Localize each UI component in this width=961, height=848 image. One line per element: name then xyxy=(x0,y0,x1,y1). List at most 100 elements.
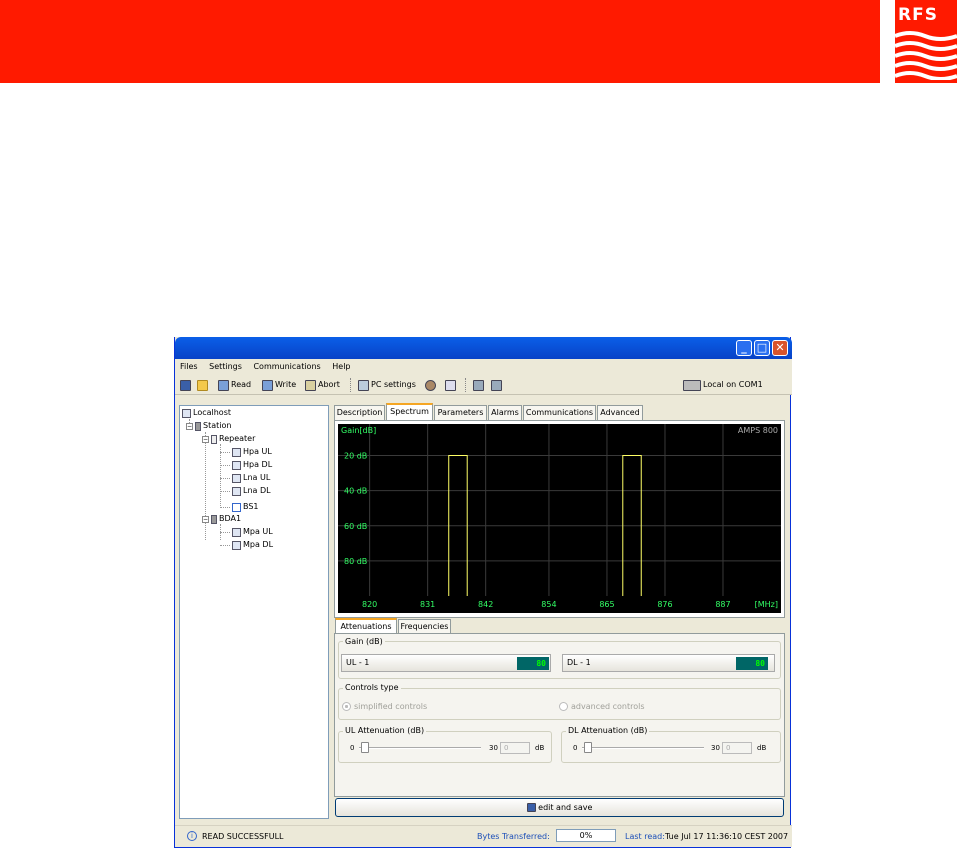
ul-attenuation-spinner[interactable]: 0 xyxy=(500,742,530,754)
dl-slider-min: 0 xyxy=(573,744,578,752)
attenuations-panel: Gain (dB) UL - 1 80 DL - 1 80 Controls t… xyxy=(334,633,785,797)
dl-slider-thumb[interactable] xyxy=(584,742,592,753)
tab-alarms[interactable]: Alarms xyxy=(488,405,522,420)
dl-slider-track[interactable] xyxy=(582,747,704,749)
close-button[interactable]: ✕ xyxy=(772,340,788,356)
rfs-logo: RFS xyxy=(895,0,957,83)
computer-icon xyxy=(182,408,191,418)
tab-spectrum[interactable]: Spectrum xyxy=(386,403,433,420)
tree-node-hpa-dl[interactable]: Hpa DL xyxy=(232,460,272,470)
ul-gain-label: UL - 1 xyxy=(346,658,370,667)
x-tick-label: 865 xyxy=(599,600,614,609)
floppy-icon xyxy=(526,803,536,812)
station-icon xyxy=(195,421,201,431)
x-tick-label: 820 xyxy=(362,600,377,609)
ul-gain-value: 80 xyxy=(517,657,549,670)
tree-label: Station xyxy=(203,421,232,430)
maximize-button[interactable]: □ xyxy=(754,340,770,356)
read-button[interactable]: Read xyxy=(218,378,251,392)
tab-frequencies[interactable]: Frequencies xyxy=(398,619,451,634)
spectrum-plot: 80 dB 60 dB 40 dB 20 dB 820 831 842 854 865 876 88… xyxy=(338,424,781,613)
pc-settings-label: PC settings xyxy=(371,380,416,389)
import-button[interactable] xyxy=(491,378,502,392)
tree-label: Repeater xyxy=(219,434,256,443)
title-bar[interactable]: _ □ ✕ xyxy=(175,337,792,359)
wave-logo-icon xyxy=(895,31,957,80)
ul-slider-thumb[interactable] xyxy=(361,742,369,753)
app-window: _ □ ✕ Files Settings Communications Help… xyxy=(174,337,792,848)
tree-label: BDA1 xyxy=(219,514,242,523)
y-tick-label: 60 dB xyxy=(344,522,367,531)
tree-node-mpa-ul[interactable]: Mpa UL xyxy=(232,527,273,537)
amplifier-icon xyxy=(232,486,241,496)
header-banner: RFS xyxy=(0,0,961,83)
spectrum-chart: 80 dB 60 dB 40 dB 20 dB 820 831 842 854 865 876 88… xyxy=(338,424,781,609)
minimize-button[interactable]: _ xyxy=(736,340,752,356)
bda-icon xyxy=(211,514,217,524)
collapse-icon: − xyxy=(202,515,209,523)
write-button[interactable]: Write xyxy=(262,378,296,392)
pc-settings-button[interactable]: PC settings xyxy=(358,378,416,392)
tree-node-localhost[interactable]: Localhost xyxy=(182,408,231,418)
logo-text: RFS xyxy=(898,5,938,25)
simplified-controls-radio[interactable]: simplified controls xyxy=(342,702,427,711)
tree-label: Mpa UL xyxy=(243,527,273,536)
bytes-progress: 0% xyxy=(556,829,616,842)
tree-line xyxy=(220,545,230,546)
gain-group-title: Gain (dB) xyxy=(343,637,385,646)
menu-communications[interactable]: Communications xyxy=(248,359,324,371)
radio-icon xyxy=(559,702,568,711)
abort-button[interactable]: Abort xyxy=(305,378,340,392)
connection-status[interactable]: Local on COM1 xyxy=(683,378,763,392)
import-icon xyxy=(491,379,502,391)
tab-advanced[interactable]: Advanced xyxy=(597,405,643,420)
user-button[interactable] xyxy=(425,378,436,392)
device-tree: Localhost − Station − Repeater Hpa UL Hpa … xyxy=(179,405,329,819)
advanced-controls-radio[interactable]: advanced controls xyxy=(559,702,645,711)
x-axis-unit: [MHz] xyxy=(755,600,778,609)
tree-node-mpa-dl[interactable]: Mpa DL xyxy=(232,540,273,550)
x-tick-label: 876 xyxy=(657,600,672,609)
ul-attenuation-unit: dB xyxy=(535,744,545,752)
tree-node-lna-dl[interactable]: Lna DL xyxy=(232,486,271,496)
toolbar-separator xyxy=(465,378,466,392)
controls-type-title: Controls type xyxy=(343,683,401,692)
ul-gain-display: UL - 1 80 xyxy=(341,654,551,672)
edit-and-save-button[interactable]: edit and save xyxy=(335,798,784,817)
tree-line xyxy=(220,532,230,533)
amplifier-icon xyxy=(232,473,241,483)
tree-label: Localhost xyxy=(193,408,232,417)
tree-label: Mpa DL xyxy=(243,540,274,549)
chart-ticks: 80 dB 60 dB 40 dB 20 dB 820 831 842 854 865 876 88… xyxy=(344,452,731,609)
menu-files[interactable]: Files xyxy=(175,359,202,371)
y-axis-label: Gain[dB] xyxy=(341,426,376,435)
tree-node-station[interactable]: − Station xyxy=(186,421,231,431)
tab-communications[interactable]: Communications xyxy=(523,405,596,420)
export-button[interactable] xyxy=(473,378,484,392)
simplified-controls-label: simplified controls xyxy=(354,702,428,711)
tree-node-lna-ul[interactable]: Lna UL xyxy=(232,473,270,483)
tree-node-bda1[interactable]: − BDA1 xyxy=(202,514,241,524)
tree-line xyxy=(220,444,221,508)
tree-node-bs1[interactable]: BS1 xyxy=(232,502,259,512)
menu-help[interactable]: Help xyxy=(327,359,354,371)
console-button[interactable] xyxy=(445,378,456,392)
open-folder-button[interactable] xyxy=(197,378,208,392)
tree-line xyxy=(220,491,230,492)
ul-slider-track[interactable] xyxy=(359,747,481,749)
dl-attenuation-spinner[interactable]: 0 xyxy=(722,742,752,754)
dl-slider-max: 30 xyxy=(711,744,720,752)
connection-icon xyxy=(683,379,701,391)
tree-node-hpa-ul[interactable]: Hpa UL xyxy=(232,447,272,457)
amplifier-icon xyxy=(232,447,241,457)
save-file-button[interactable] xyxy=(180,378,191,392)
write-label: Write xyxy=(275,380,297,389)
tab-parameters[interactable]: Parameters xyxy=(434,405,487,420)
dl-gain-label: DL - 1 xyxy=(567,658,591,667)
menu-settings[interactable]: Settings xyxy=(204,359,246,371)
last-read-value: Tue Jul 17 11:36:10 CEST 2007 xyxy=(665,832,789,841)
tree-node-repeater[interactable]: − Repeater xyxy=(202,434,255,444)
abort-icon xyxy=(305,379,316,391)
folder-icon xyxy=(197,379,208,391)
tab-description[interactable]: Description xyxy=(334,405,385,420)
